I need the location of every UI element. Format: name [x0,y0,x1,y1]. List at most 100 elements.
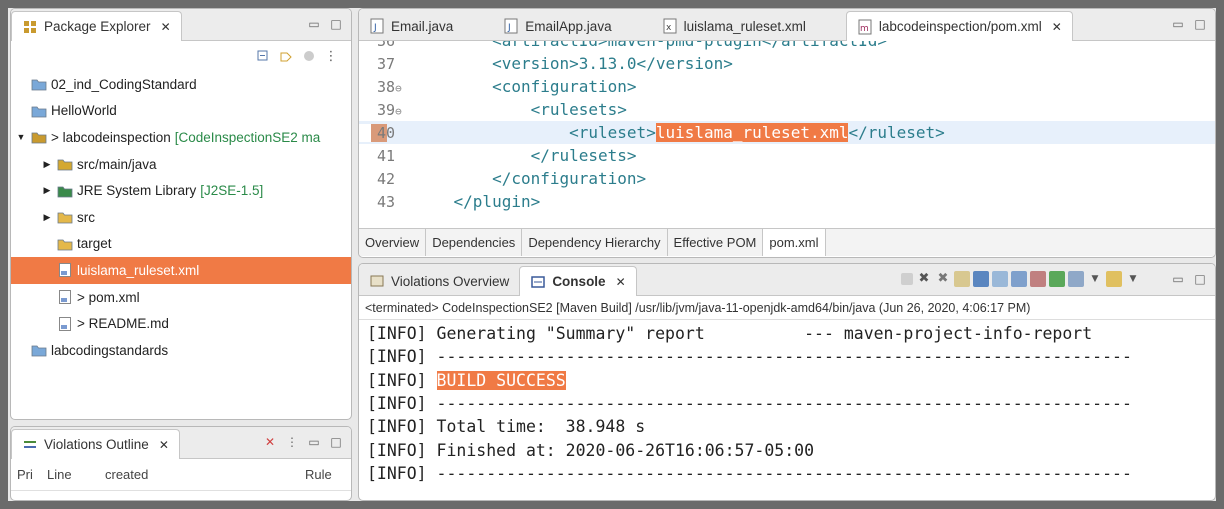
fold-icon[interactable]: ⊖ [395,105,402,118]
code-line[interactable]: 43 </plugin> [359,190,1215,213]
line-number: 38⊖ [377,77,402,96]
page-tab-pom-xml[interactable]: pom.xml [763,229,826,256]
pin-console-icon[interactable] [1049,271,1065,287]
selected-text: luislama_ruleset.xml [655,123,849,142]
code-line[interactable]: 42 </configuration> [359,167,1215,190]
scroll-lock-icon[interactable] [973,271,989,287]
tree-item[interactable]: ▶ src [11,204,351,231]
maximize-icon[interactable]: □ [329,17,343,31]
tab-violations-overview[interactable]: Violations Overview [359,267,519,295]
remove-all-terminated-icon[interactable]: ✖ [935,271,951,287]
code-line[interactable]: 37 <version>3.13.0</version> [359,52,1215,75]
console-output[interactable]: [INFO] Generating "Summary" report --- m… [359,320,1215,485]
tree-item-label: target [77,236,112,252]
maven-file-icon [57,289,73,305]
column-header[interactable]: Rule [299,467,347,482]
column-header[interactable]: created [99,467,299,482]
column-header[interactable]: Pri [11,467,41,482]
remove-launch-icon[interactable]: ✖ [916,271,932,287]
minimize-icon[interactable]: ▭ [1171,272,1185,286]
page-tab-dependencies[interactable]: Dependencies [426,229,523,256]
show-on-output-icon[interactable] [1011,271,1027,287]
tree-item[interactable]: target [11,231,351,258]
tab-emailapp-java[interactable]: J EmailApp.java [493,12,621,40]
expanded-arrow-icon[interactable]: ▼ [15,132,27,142]
tree-item[interactable]: 02_ind_CodingStandard [11,71,351,98]
xml-file-icon [57,262,73,278]
tab-email-java[interactable]: J Email.java [359,12,463,40]
code-line[interactable]: 38⊖ <configuration> [359,75,1215,98]
view-menu-icon[interactable]: ⋮ [323,48,339,64]
tab-ruleset-xml[interactable]: x luislama_ruleset.xml [652,12,816,40]
word-wrap-icon[interactable] [992,271,1008,287]
column-header[interactable]: Line [41,467,99,482]
minimize-icon[interactable]: ▭ [307,17,321,31]
tab-label: EmailApp.java [525,18,612,34]
tree-item-label: labcodingstandards [51,342,169,358]
chevron-down-icon[interactable]: ▼ [1125,271,1141,287]
tree-item[interactable]: ▼ > labcodeinspection [CodeInspectionSE2 … [11,124,351,151]
tree-item[interactable]: ▶ JRE System Library [J2SE-1.5] [11,177,351,204]
code-line[interactable]: 41 </rulesets> [359,144,1215,167]
code-editor[interactable]: 36 <artifactId>maven-pmd-plugin</artifac… [359,41,1215,227]
tree-item[interactable]: ▶ src/main/java [11,151,351,178]
tree-item[interactable]: > pom.xml [11,284,351,311]
tree-item[interactable]: luislama_ruleset.xml [11,257,351,284]
build-success-text: BUILD SUCCESS [436,370,566,390]
tree-item-decoration: [J2SE-1.5] [200,183,264,199]
link-with-editor-icon[interactable] [279,48,295,64]
tab-console[interactable]: Console ✕ [519,266,637,296]
tree-item-label: > README.md [77,316,169,332]
java-file-icon: J [503,18,519,34]
clear-console-icon[interactable] [954,271,970,287]
tree-item-decoration: [CodeInspectionSE2 ma [174,129,321,145]
collapse-all-icon[interactable] [257,48,273,64]
xml-file-icon: x [662,18,678,34]
close-icon[interactable]: ✕ [161,20,171,34]
tree-item[interactable]: HelloWorld [11,98,351,125]
code-text: </configuration> [415,169,647,188]
editor-tabbar: J Email.java J EmailApp.java x luislama_… [359,9,1215,41]
maximize-icon[interactable]: □ [1193,272,1207,286]
code-line[interactable]: 40 <ruleset>luislama_ruleset.xml</rulese… [359,121,1215,144]
line-number: 42 [377,169,396,188]
tab-label: luislama_ruleset.xml [683,18,806,34]
filter-icon[interactable] [301,48,317,64]
tree-item[interactable]: labcodingstandards [11,337,351,364]
package-explorer-tabbar: Package Explorer ✕ ▭ □ [11,9,351,41]
source-folder-icon [57,156,73,172]
collapsed-arrow-icon[interactable]: ▶ [41,159,53,170]
minimize-icon[interactable]: ▭ [307,435,321,449]
maximize-icon[interactable]: □ [1193,17,1207,31]
tab-violations-outline[interactable]: Violations Outline ✕ [11,429,180,459]
maximize-icon[interactable]: □ [329,435,343,449]
violations-overview-icon [369,273,385,289]
chevron-down-icon[interactable]: ▼ [1087,271,1103,287]
page-tab-overview[interactable]: Overview [359,229,427,256]
view-menu-icon[interactable]: ⋮ [285,435,299,449]
page-tab-effective-pom[interactable]: Effective POM [668,229,764,256]
terminated-status: <terminated> CodeInspectionSE2 [Maven Bu… [359,296,1215,320]
display-console-icon[interactable] [1068,271,1084,287]
tab-package-explorer[interactable]: Package Explorer ✕ [11,11,182,41]
tab-pom-xml[interactable]: m labcodeinspection/pom.xml ✕ [845,11,1073,41]
pom-editor-pages: Overview Dependencies Dependency Hierarc… [359,228,1215,256]
tree-item[interactable]: > README.md [11,310,351,337]
project-folder-icon [31,342,47,358]
minimize-icon[interactable]: ▭ [1171,17,1185,31]
close-icon[interactable]: ✕ [1052,20,1062,34]
show-on-error-icon[interactable] [1030,271,1046,287]
close-icon[interactable]: ✕ [616,275,626,289]
code-text: <configuration> [415,77,637,96]
open-console-icon[interactable] [1106,271,1122,287]
collapsed-arrow-icon[interactable]: ▶ [41,185,53,196]
remove-violation-icon[interactable]: ✕ [263,435,277,449]
collapsed-arrow-icon[interactable]: ▶ [41,212,53,223]
tab-label: Package Explorer [44,19,151,34]
terminate-icon[interactable] [901,273,913,285]
code-line[interactable]: 36 <artifactId>maven-pmd-plugin</artifac… [359,41,1215,52]
close-icon[interactable]: ✕ [159,438,169,452]
page-tab-dependency-hierarchy[interactable]: Dependency Hierarchy [522,229,668,256]
code-line[interactable]: 39⊖ <rulesets> [359,98,1215,121]
fold-icon[interactable]: ⊖ [395,82,402,95]
